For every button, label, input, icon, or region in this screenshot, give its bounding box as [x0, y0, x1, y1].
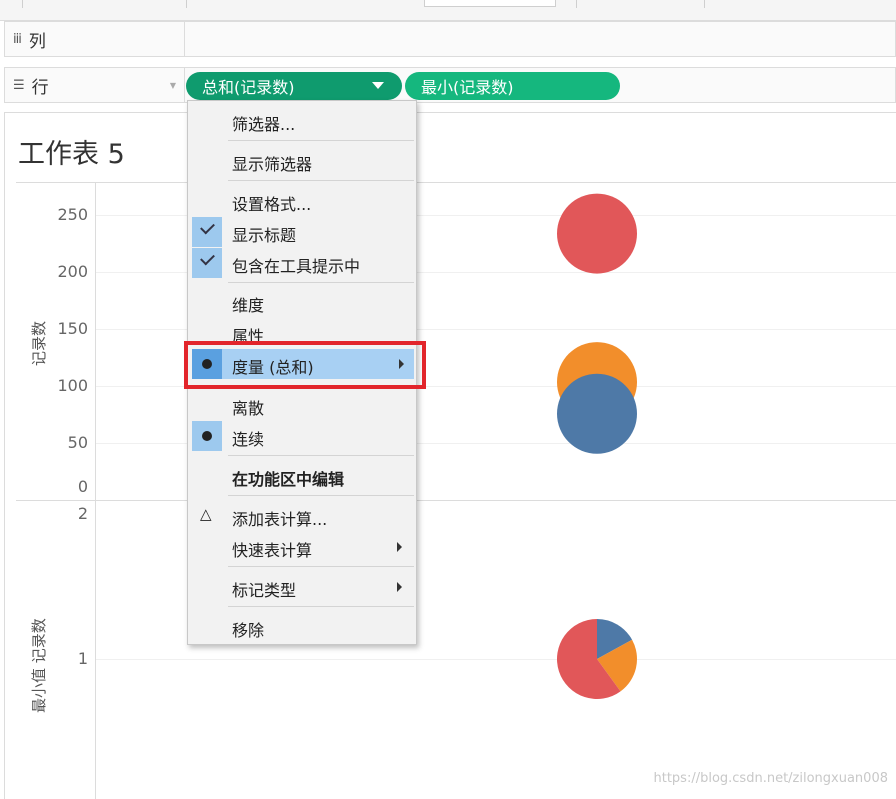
pill-label: 总和(记录数)	[202, 78, 295, 97]
checkmark-icon	[192, 217, 222, 247]
menu-item-remove[interactable]: 移除	[188, 612, 416, 642]
menu-item-label: 显示筛选器	[232, 155, 313, 174]
menu-item-edit-in-shelf[interactable]: 在功能区中编辑	[188, 461, 416, 491]
menu-separator	[228, 282, 414, 283]
columns-shelf[interactable]: iii 列	[4, 21, 896, 57]
watermark: https://blog.csdn.net/zilongxuan008	[653, 771, 888, 786]
menu-item-format[interactable]: 设置格式...	[188, 186, 416, 216]
menu-item-label: 移除	[232, 621, 265, 640]
menu-separator	[228, 455, 414, 456]
y-axis-title: 最小值 记录数	[30, 618, 48, 713]
menu-item-continuous[interactable]: 连续	[188, 421, 416, 451]
menu-item-add-table-calc[interactable]: △ 添加表计算...	[188, 501, 416, 531]
menu-item-filter[interactable]: 筛选器...	[188, 106, 416, 136]
menu-item-label: 维度	[232, 296, 265, 315]
y-tick-label: 0	[77, 477, 88, 496]
worksheet-border	[4, 112, 896, 113]
pill-label: 最小(记录数)	[421, 78, 514, 97]
menu-separator	[228, 140, 414, 141]
scatter-point[interactable]	[557, 193, 637, 274]
y-tick-label: 50	[67, 433, 88, 452]
rows-label: 行	[31, 77, 49, 98]
y-tick-label: 100	[57, 376, 88, 395]
worksheet-border	[4, 112, 5, 799]
menu-item-label: 添加表计算...	[232, 510, 328, 529]
menu-item-label: 标记类型	[232, 581, 297, 600]
toolbar-divider	[22, 0, 23, 8]
pill-sum-records[interactable]: 总和(记录数)	[186, 72, 402, 100]
menu-separator	[228, 566, 414, 567]
toolbar-dropdown[interactable]	[424, 0, 556, 7]
worksheet-title: 工作表 5	[18, 139, 125, 170]
menu-item-quick-table-calc[interactable]: 快速表计算	[188, 532, 416, 562]
menu-separator	[228, 180, 414, 181]
menu-separator	[228, 606, 414, 607]
chevron-down-icon[interactable]: ▼	[170, 81, 176, 90]
menu-item-label: 快速表计算	[232, 541, 313, 560]
radio-bullet-icon	[192, 421, 222, 451]
menu-item-include-tooltip[interactable]: 包含在工具提示中	[188, 248, 416, 278]
toolbar-divider	[576, 0, 577, 8]
menu-item-dimension[interactable]: 维度	[188, 287, 416, 317]
toolbar-strip	[0, 0, 896, 21]
menu-item-label: 连续	[232, 430, 265, 449]
delta-icon: △	[200, 505, 212, 523]
menu-item-label: 设置格式...	[232, 195, 312, 214]
menu-item-show-filter[interactable]: 显示筛选器	[188, 146, 416, 176]
columns-label: 列	[28, 31, 46, 52]
rows-icon: ☰	[13, 77, 25, 93]
toolbar-divider	[186, 0, 187, 8]
pill-min-records[interactable]: 最小(记录数)	[405, 72, 620, 100]
checkmark-icon	[192, 248, 222, 278]
toolbar-divider	[704, 0, 705, 8]
submenu-arrow-icon	[397, 582, 402, 592]
scatter-point[interactable]	[557, 373, 637, 454]
menu-item-show-header[interactable]: 显示标题	[188, 217, 416, 247]
menu-item-label: 包含在工具提示中	[232, 257, 361, 276]
menu-item-label: 筛选器...	[232, 115, 296, 134]
menu-item-discrete[interactable]: 离散	[188, 390, 416, 420]
highlight-box	[184, 341, 426, 389]
menu-item-label: 离散	[232, 399, 265, 418]
dropdown-caret-icon[interactable]	[372, 82, 384, 89]
menu-separator	[228, 495, 414, 496]
rows-shelf-label: ☰ 行 ▼	[5, 68, 185, 102]
submenu-arrow-icon	[397, 542, 402, 552]
menu-item-label: 在功能区中编辑	[232, 470, 345, 489]
y-tick-label: 2	[77, 504, 88, 523]
y-axis-title: 记录数	[30, 320, 48, 366]
menu-item-mark-type[interactable]: 标记类型	[188, 572, 416, 602]
menu-item-label: 显示标题	[232, 226, 297, 245]
columns-shelf-label: iii 列	[5, 22, 185, 56]
columns-icon: iii	[13, 31, 22, 47]
y-tick-label: 250	[57, 205, 88, 224]
y-tick-label: 200	[57, 262, 88, 281]
